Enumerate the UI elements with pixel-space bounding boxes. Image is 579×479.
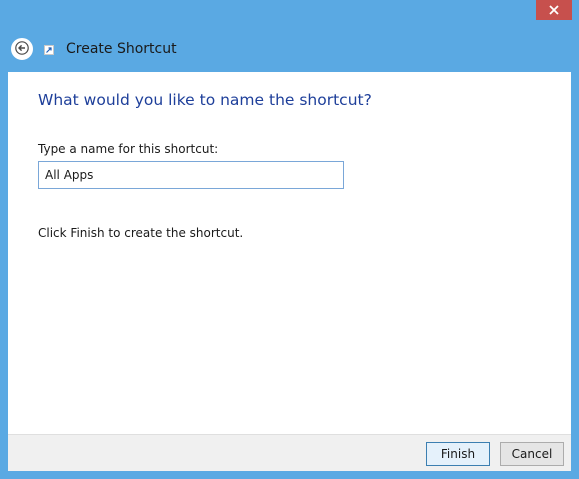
cancel-button[interactable]: Cancel (500, 442, 564, 466)
page-heading: What would you like to name the shortcut… (38, 91, 372, 109)
name-field-label: Type a name for this shortcut: (38, 142, 219, 156)
close-icon (549, 5, 559, 15)
close-button[interactable] (536, 0, 572, 20)
wizard-footer: Finish Cancel (8, 434, 571, 471)
finish-button[interactable]: Finish (426, 442, 490, 466)
shortcut-name-input[interactable] (38, 161, 344, 189)
window-title: Create Shortcut (66, 41, 177, 57)
create-shortcut-window: Create Shortcut What would you like to n… (0, 0, 579, 479)
wizard-content: What would you like to name the shortcut… (8, 72, 571, 434)
back-arrow-icon (15, 40, 29, 59)
finish-instruction: Click Finish to create the shortcut. (38, 226, 244, 240)
shortcut-icon (44, 45, 54, 55)
wizard-header: Create Shortcut (0, 28, 579, 72)
back-button[interactable] (11, 38, 33, 60)
